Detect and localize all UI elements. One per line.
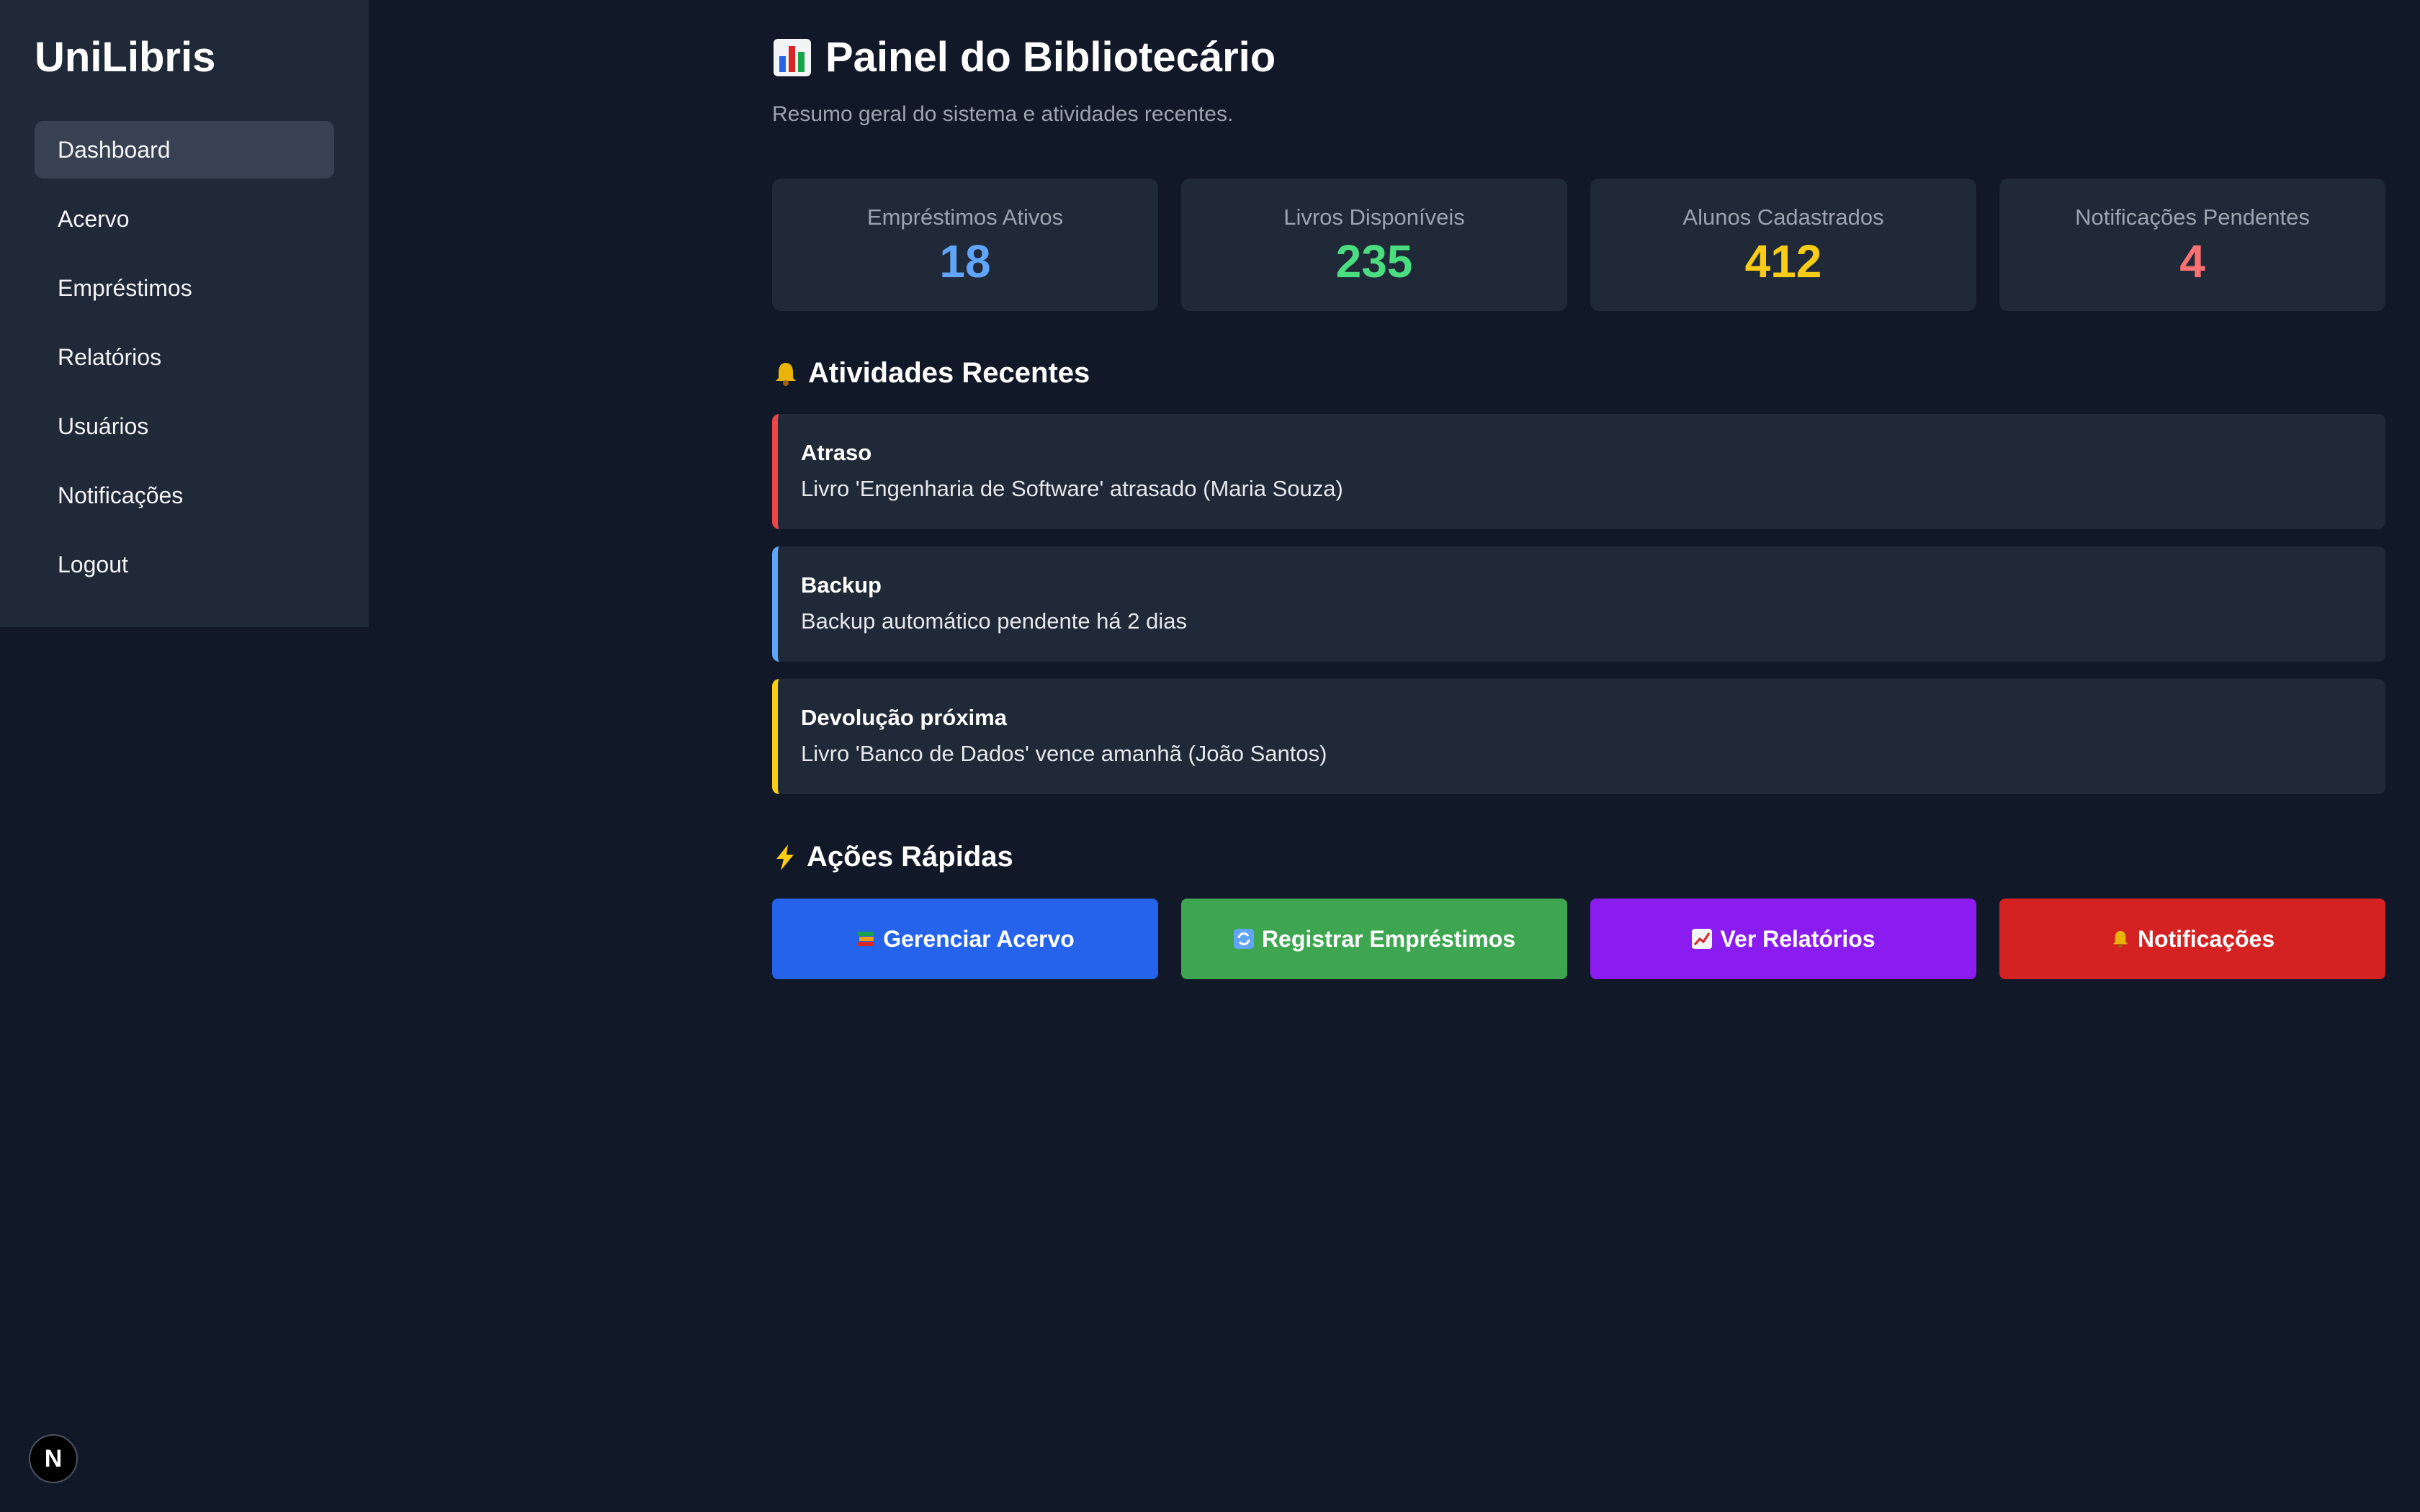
actions-heading: Ações Rápidas [772, 841, 1013, 873]
button-label: Registrar Empréstimos [1261, 925, 1516, 952]
button-label: Notificações [2137, 925, 2275, 952]
sidebar-item-acervo[interactable]: Acervo [35, 190, 334, 248]
stat-value: 412 [1744, 235, 1822, 287]
books-icon [856, 929, 876, 949]
registrar-emprestimos-button[interactable]: Registrar Empréstimos [1181, 899, 1567, 979]
activity-title: Devolução próxima [801, 705, 1007, 730]
stat-label: Empréstimos Ativos [866, 204, 1064, 230]
sidebar-nav: Dashboard Acervo Empréstimos Relatórios … [35, 121, 334, 605]
stat-label: Alunos Cadastrados [1682, 204, 1884, 230]
refresh-icon [1233, 928, 1255, 950]
notificacoes-button[interactable]: Notificações [1999, 899, 2385, 979]
page-subtitle: Resumo geral do sistema e atividades rec… [772, 102, 1234, 126]
bell-icon [2110, 929, 2130, 949]
button-label: Ver Relatórios [1720, 925, 1876, 952]
sidebar-item-emprestimos[interactable]: Empréstimos [35, 259, 334, 317]
activities-heading: Atividades Recentes [772, 357, 1090, 390]
dev-tools-badge[interactable]: N [29, 1434, 78, 1483]
trend-chart-icon [1691, 928, 1713, 950]
activity-text: Livro 'Banco de Dados' vence amanhã (Joã… [801, 741, 1327, 766]
sidebar-item-usuarios[interactable]: Usuários [35, 397, 334, 455]
activity-text: Backup automático pendente há 2 dias [801, 608, 1187, 634]
activity-title: Backup [801, 572, 882, 598]
stats-row: Empréstimos Ativos 18 Livros Disponíveis… [772, 179, 2385, 311]
activity-title: Atraso [801, 440, 872, 465]
activity-item: Devolução próxima Livro 'Banco de Dados'… [772, 679, 2385, 794]
stat-card-notificacoes: Notificações Pendentes 4 [1999, 179, 2385, 311]
sidebar-item-relatorios[interactable]: Relatórios [35, 328, 334, 386]
button-label: Gerenciar Acervo [883, 925, 1075, 952]
stat-label: Livros Disponíveis [1283, 204, 1465, 230]
activity-item: Backup Backup automático pendente há 2 d… [772, 546, 2385, 662]
activity-text: Livro 'Engenharia de Software' atrasado … [801, 476, 1343, 501]
sidebar-item-dashboard[interactable]: Dashboard [35, 121, 334, 179]
brand-logo: UniLibris [35, 34, 216, 81]
sidebar-item-logout[interactable]: Logout [35, 536, 334, 593]
bar-chart-icon [772, 37, 812, 78]
page-title: Painel do Bibliotecário [772, 33, 1276, 81]
bell-icon [772, 360, 799, 387]
ver-relatorios-button[interactable]: Ver Relatórios [1590, 899, 1976, 979]
page-title-text: Painel do Bibliotecário [825, 34, 1276, 81]
stat-card-emprestimos: Empréstimos Ativos 18 [772, 179, 1158, 311]
stat-card-alunos: Alunos Cadastrados 412 [1590, 179, 1976, 311]
stat-label: Notificações Pendentes [2075, 204, 2310, 230]
quick-actions: Gerenciar Acervo Registrar Empréstimos V… [772, 899, 2385, 979]
lightning-icon [772, 843, 798, 872]
stat-value: 4 [2179, 235, 2205, 287]
sidebar-item-notificacoes[interactable]: Notificações [35, 467, 334, 524]
sidebar: UniLibris Dashboard Acervo Empréstimos R… [0, 0, 369, 627]
activity-item: Atraso Livro 'Engenharia de Software' at… [772, 414, 2385, 529]
activities-title: Atividades Recentes [808, 357, 1090, 389]
actions-title: Ações Rápidas [807, 841, 1013, 873]
stat-card-livros: Livros Disponíveis 235 [1181, 179, 1567, 311]
stat-value: 18 [939, 235, 991, 287]
gerenciar-acervo-button[interactable]: Gerenciar Acervo [772, 899, 1158, 979]
stat-value: 235 [1335, 235, 1413, 287]
